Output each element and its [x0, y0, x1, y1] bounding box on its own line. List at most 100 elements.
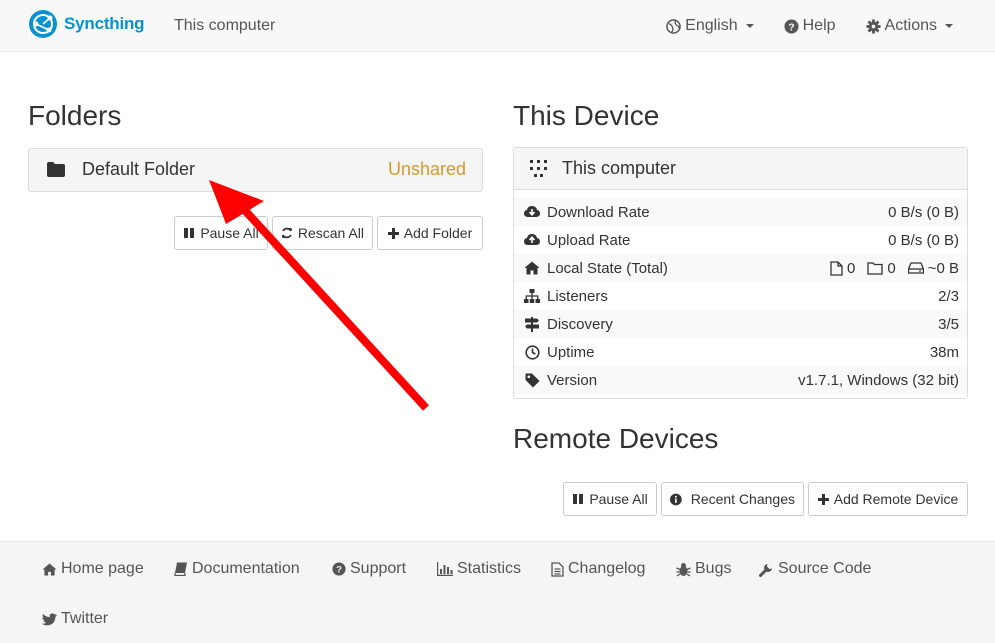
local-dirs-count: 0 — [887, 259, 896, 277]
actions-menu[interactable]: Actions — [866, 17, 953, 35]
footer-link-label: Home page — [61, 560, 144, 577]
pause-icon — [573, 494, 584, 504]
footer-link-label: Support — [350, 560, 407, 577]
this-device-name: This computer — [562, 158, 677, 178]
folder-default[interactable]: Default Folder Unshared — [28, 148, 483, 192]
language-menu[interactable]: English — [666, 17, 754, 35]
footer-link-changelog[interactable]: Changelog — [551, 560, 645, 578]
hdd-icon — [907, 262, 924, 274]
navbar: Syncthing This computer English ? Help A… — [0, 0, 995, 52]
signpost-icon — [525, 316, 539, 332]
footer-link-statistics[interactable]: Statistics — [437, 560, 521, 578]
actions-label: Actions — [884, 17, 937, 34]
plus-icon — [817, 493, 829, 505]
stat-row-discovery: Discovery 3/5 — [514, 310, 967, 338]
footer-link-home-page[interactable]: Home page — [42, 560, 144, 578]
clock-icon — [524, 344, 540, 360]
wrench-icon — [759, 563, 772, 577]
stat-label: Version — [547, 371, 598, 389]
this-device-stats: Download Rate 0 B/s (0 B) Upload Rate 0 … — [514, 198, 967, 394]
brand-name: Syncthing — [64, 14, 145, 33]
footer-link-label: Documentation — [192, 560, 300, 577]
stat-row-download-rate: Download Rate 0 B/s (0 B) — [514, 198, 967, 226]
svg-text:?: ? — [788, 22, 794, 33]
globe-icon — [666, 18, 681, 34]
folders-heading: Folders — [28, 100, 122, 131]
home-icon — [42, 562, 57, 576]
device-identicon-icon — [530, 160, 547, 177]
footer-link-label: Source Code — [778, 560, 872, 577]
syncthing-logo[interactable]: Syncthing — [28, 9, 145, 39]
add-folder-label: Add Folder — [403, 225, 473, 241]
plus-icon — [387, 227, 399, 239]
recent-changes-button[interactable]: Recent Changes — [661, 482, 804, 516]
recent-changes-label: Recent Changes — [690, 491, 795, 507]
add-folder-button[interactable]: Add Folder — [377, 216, 483, 250]
stat-row-upload-rate: Upload Rate 0 B/s (0 B) — [514, 226, 967, 254]
language-label: English — [685, 17, 738, 34]
home-icon — [524, 261, 540, 275]
add-remote-device-button[interactable]: Add Remote Device — [808, 482, 968, 516]
pause-all-label: Pause All — [200, 225, 259, 241]
footer-link-source-code[interactable]: Source Code — [759, 560, 871, 578]
sitemap-icon — [524, 289, 540, 303]
chevron-down-icon — [745, 24, 754, 28]
question-circle-icon: ? — [332, 562, 346, 576]
rescan-all-label: Rescan All — [297, 225, 364, 241]
file-text-icon — [551, 561, 564, 577]
syncthing-logo-icon — [29, 10, 57, 38]
chevron-down-icon — [945, 24, 953, 28]
stat-row-uptime: Uptime 38m — [514, 338, 967, 366]
local-state-values: 0 0 ~0 B — [830, 260, 959, 277]
this-device-header[interactable]: This computer — [514, 148, 967, 190]
stat-value: 3/5 — [938, 315, 959, 333]
cloud-upload-icon — [524, 233, 540, 245]
twitter-icon — [42, 612, 57, 625]
footer-link-label: Bugs — [695, 560, 732, 577]
local-size: ~0 B — [927, 259, 959, 277]
remote-devices-heading: Remote Devices — [513, 423, 719, 454]
stat-value: 0 B/s (0 B) — [888, 203, 959, 221]
folder-icon — [47, 162, 65, 177]
footer-link-bugs[interactable]: Bugs — [676, 560, 731, 578]
stat-label: Listeners — [547, 287, 608, 305]
footer: Home page Documentation ? Support Statis… — [0, 541, 995, 643]
gear-icon — [866, 18, 881, 34]
footer-link-label: Statistics — [457, 560, 522, 577]
info-circle-icon — [670, 493, 682, 505]
folder-name: Default Folder — [82, 159, 196, 179]
svg-text:?: ? — [336, 565, 342, 576]
book-icon — [174, 562, 187, 576]
local-files-count: 0 — [847, 259, 856, 277]
add-remote-device-label: Add Remote Device — [833, 491, 959, 507]
footer-link-twitter[interactable]: Twitter — [42, 610, 108, 628]
stat-value: 38m — [929, 343, 959, 361]
this-device-panel: This computer Download Rate 0 B/s (0 B) … — [513, 147, 968, 399]
bar-chart-icon — [437, 562, 453, 576]
pause-all-devices-button[interactable]: Pause All — [563, 482, 657, 516]
pause-all-devices-label: Pause All — [589, 491, 648, 507]
stat-value: 2/3 — [938, 287, 959, 305]
footer-link-documentation[interactable]: Documentation — [174, 560, 300, 578]
stat-label: Download Rate — [547, 203, 650, 221]
help-menu[interactable]: ? Help — [784, 17, 836, 35]
rescan-all-button[interactable]: Rescan All — [272, 216, 373, 250]
folder-open-icon — [867, 262, 884, 275]
help-label: Help — [802, 17, 836, 34]
stat-row-version: Version v1.7.1, Windows (32 bit) — [514, 366, 967, 394]
footer-link-support[interactable]: ? Support — [332, 560, 406, 578]
stat-label: Local State (Total) — [547, 259, 668, 277]
file-icon — [830, 260, 843, 276]
pause-icon — [184, 228, 195, 238]
question-circle-icon: ? — [784, 18, 799, 34]
pause-all-folders-button[interactable]: Pause All — [174, 216, 268, 250]
folder-status: Unshared — [387, 159, 466, 179]
stat-label: Upload Rate — [547, 231, 631, 249]
cloud-download-icon — [524, 205, 540, 217]
stat-value: v1.7.1, Windows (32 bit) — [798, 371, 959, 389]
stat-row-listeners: Listeners 2/3 — [514, 282, 967, 310]
refresh-icon — [281, 227, 292, 239]
this-device-heading: This Device — [513, 100, 660, 131]
footer-link-label: Changelog — [568, 560, 646, 577]
stat-label: Discovery — [547, 315, 613, 333]
